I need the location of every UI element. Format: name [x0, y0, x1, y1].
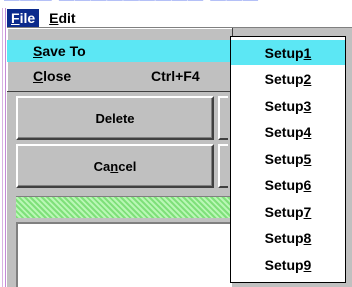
menu-item-save-to[interactable]: Save To [7, 40, 233, 62]
progress-bar [16, 196, 232, 218]
submenu-item-setup-9[interactable]: Setup 9 [231, 252, 345, 277]
submenu-item-setup-5[interactable]: Setup 5 [231, 146, 345, 171]
delete-button[interactable]: Delete [16, 96, 214, 140]
list-box[interactable] [16, 222, 232, 287]
save-to-submenu: Setup 1 Setup 2 Setup 3 Setup 4 Setup 5 … [230, 36, 346, 283]
submenu-item-setup-7[interactable]: Setup 7 [231, 199, 345, 224]
cancel-button-label: Cancel [93, 158, 137, 174]
submenu-item-setup-8[interactable]: Setup 8 [231, 225, 345, 250]
menu-file[interactable]: File [7, 8, 40, 27]
title-bar-text-fragment: ▀▀▀ ▀▀▀▀▀▀▀▀▀ ▀▀▀ [4, 0, 259, 8]
submenu-item-setup-2[interactable]: Setup 2 [231, 66, 345, 91]
button-edge [218, 144, 228, 188]
submenu-item-setup-4[interactable]: Setup 4 [231, 119, 345, 144]
submenu-item-setup-1[interactable]: Setup 1 [231, 40, 345, 65]
menu-item-label: Save To [33, 43, 86, 59]
menu-item-label: Close [33, 68, 72, 84]
button-edge [218, 96, 228, 140]
window-left-border [0, 8, 6, 287]
menu-bar: File Edit [7, 8, 352, 28]
title-bar-fragment: ▀▀▀ ▀▀▀▀▀▀▀▀▀ ▀▀▀ [0, 0, 352, 8]
menu-item-close[interactable]: Close Ctrl+F4 [7, 65, 233, 87]
delete-button-label: Delete [95, 110, 135, 126]
menu-edit[interactable]: Edit [45, 9, 79, 27]
application-window: ▀▀▀ ▀▀▀▀▀▀▀▀▀ ▀▀▀ Delete Cancel File Edi… [0, 0, 352, 287]
submenu-item-setup-3[interactable]: Setup 3 [231, 93, 345, 118]
submenu-item-setup-6[interactable]: Setup 6 [231, 172, 345, 197]
menu-item-accelerator: Ctrl+F4 [151, 68, 200, 84]
file-menu-dropdown: Save To Close Ctrl+F4 [7, 28, 233, 92]
cancel-button[interactable]: Cancel [16, 144, 214, 188]
